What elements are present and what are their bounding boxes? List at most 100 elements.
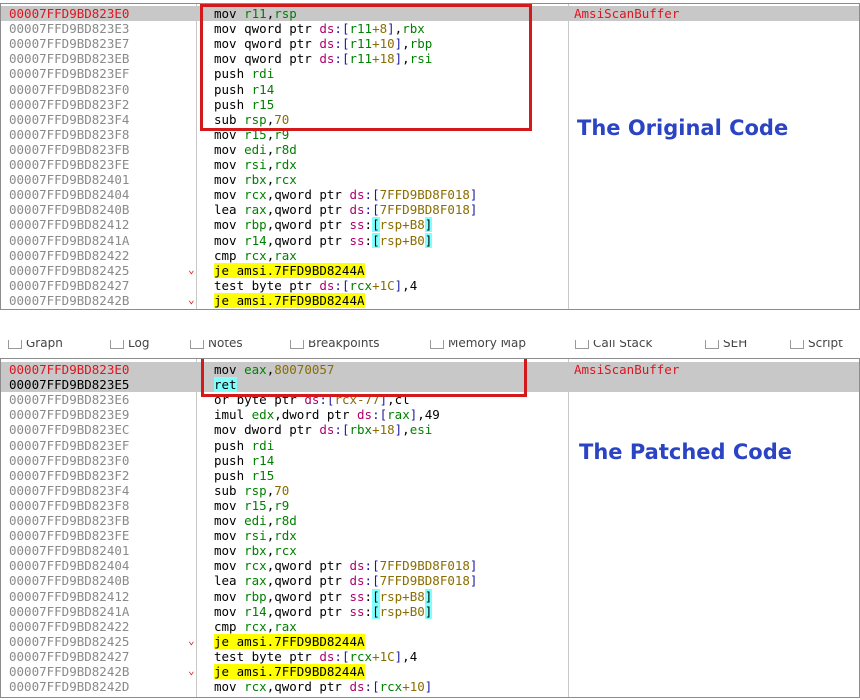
instruction-row[interactable]: 00007FFD9BD823F2 push r15 — [1, 468, 859, 483]
address: 00007FFD9BD823F0 — [9, 81, 130, 97]
instruction: mov edi,r8d — [214, 142, 297, 157]
gutter — [1, 187, 9, 202]
instruction-row[interactable]: 00007FFD9BD8242B ⌄ je amsi.7FFD9BD8244A — [1, 664, 859, 679]
tab-notes[interactable]: Notes — [190, 340, 243, 351]
instruction-row[interactable]: 00007FFD9BD82427 test byte ptr ds:[rcx+1C… — [1, 278, 859, 293]
instruction-row[interactable]: 00007FFD9BD823E5 ret — [1, 377, 859, 393]
instruction-token: ] — [424, 679, 433, 695]
instruction-token: mov qword ptr — [214, 51, 320, 67]
address: 00007FFD9BD823FB — [9, 141, 130, 157]
address: 00007FFD9BD823F8 — [9, 126, 130, 142]
instruction-token: :[ — [334, 277, 350, 293]
tab-memory-map[interactable]: Memory Map — [430, 340, 526, 351]
gutter — [1, 634, 9, 649]
instruction-row[interactable]: 00007FFD9BD823FB mov edi,r8d — [1, 142, 859, 157]
tab-log[interactable]: Log — [110, 340, 149, 351]
instruction-row[interactable]: 00007FFD9BD823F0 push r14 — [1, 82, 859, 97]
instruction-row[interactable]: 00007FFD9BD823FB mov edi,r8d — [1, 513, 859, 528]
disassembly-panel-patched[interactable]: 00007FFD9BD823E0 mov eax,80070057 AmsiScan… — [0, 358, 860, 698]
instruction-token: :[ — [334, 422, 350, 438]
tab-icon — [430, 340, 444, 349]
instruction-row[interactable]: 00007FFD9BD82401 mov rbx,rcx — [1, 543, 859, 558]
instruction-row[interactable]: 00007FFD9BD82412 mov rbp,qword ptr ss:[rs… — [1, 588, 859, 604]
instruction-row[interactable]: 00007FFD9BD8242B ⌄ je amsi.7FFD9BD8244A — [1, 292, 859, 308]
instruction-token: : — [364, 603, 373, 619]
tab-call-stack[interactable]: Call Stack — [575, 340, 652, 351]
disassembly-panel-original[interactable]: 00007FFD9BD823E0 mov r11,rsp AmsiScanBuffe… — [0, 3, 860, 310]
instruction-row[interactable]: 00007FFD9BD8241A mov r14,qword ptr ss:[rs… — [1, 232, 859, 248]
instruction-token: ,qword ptr — [266, 217, 350, 233]
instruction-token: rdi — [251, 437, 275, 453]
instruction-row[interactable]: 00007FFD9BD82404 mov rcx,qword ptr ds:[7F… — [1, 187, 859, 202]
instruction-row[interactable]: 00007FFD9BD82404 mov rcx,qword ptr ds:[7F… — [1, 558, 859, 573]
instruction-token: push — [214, 66, 252, 82]
address: 00007FFD9BD823E3 — [9, 21, 130, 37]
instruction-row[interactable]: 00007FFD9BD82425 ⌄ je amsi.7FFD9BD8244A — [1, 633, 859, 649]
address: 00007FFD9BD823E0 — [9, 6, 130, 21]
instruction-row[interactable]: 00007FFD9BD823E3 mov qword ptr ds:[r11+8]… — [1, 21, 859, 36]
instruction-row[interactable]: 00007FFD9BD823F2 push r15 — [1, 97, 859, 112]
tab-label: Breakpoints — [308, 340, 380, 350]
instruction-token: ds — [349, 558, 365, 574]
address: 00007FFD9BD82412 — [9, 217, 130, 233]
gutter — [1, 573, 9, 588]
instruction-row[interactable]: 00007FFD9BD823FE mov rsi,rdx — [1, 157, 859, 172]
instruction-token: rdx — [274, 157, 297, 172]
instruction-token: ds — [349, 573, 365, 589]
instruction-token: :[ — [364, 187, 380, 203]
instruction-row[interactable]: 00007FFD9BD823E0 mov r11,rsp AmsiScanBuffe… — [1, 6, 859, 21]
instruction-token: rax — [387, 407, 410, 423]
gutter — [1, 558, 9, 573]
instruction-token: cmp — [214, 618, 245, 634]
instruction-token: 80070057 — [274, 362, 335, 377]
instruction-row[interactable]: 00007FFD9BD8240B lea rax,qword ptr ds:[7F… — [1, 573, 859, 588]
tab-seh[interactable]: SEH — [705, 340, 747, 351]
gutter — [1, 202, 9, 217]
tab-label: Call Stack — [593, 340, 653, 350]
instruction-token: ,qword ptr — [266, 603, 350, 619]
gutter — [1, 589, 9, 604]
address: 00007FFD9BD82425 — [9, 633, 130, 649]
instruction-row[interactable]: 00007FFD9BD82422 cmp rcx,rax — [1, 619, 859, 634]
instruction-token: je amsi.7FFD9BD8244A — [214, 292, 365, 308]
instruction-token: rdx — [274, 528, 297, 544]
instruction-row[interactable]: 00007FFD9BD82427 test byte ptr ds:[rcx+1C… — [1, 649, 859, 664]
instruction-token: mov — [214, 497, 245, 513]
instruction-row[interactable]: 00007FFD9BD82401 mov rbx,rcx — [1, 172, 859, 187]
instruction: mov rbp,qword ptr ss:[rsp+B8] — [214, 588, 433, 604]
instruction-token: rsp — [244, 482, 267, 498]
instruction-row[interactable]: 00007FFD9BD82425 ⌄ je amsi.7FFD9BD8244A — [1, 262, 859, 278]
instruction-row[interactable]: 00007FFD9BD823F4 sub rsp,70 — [1, 483, 859, 498]
instruction-row[interactable]: 00007FFD9BD82422 cmp rcx,rax — [1, 248, 859, 263]
address: 00007FFD9BD823F4 — [9, 482, 130, 498]
instruction-row[interactable]: 00007FFD9BD823E0 mov eax,80070057 AmsiScan… — [1, 362, 859, 377]
address: 00007FFD9BD82427 — [9, 277, 130, 293]
instruction-token: mov dword ptr — [214, 422, 320, 438]
instruction-token: rsp+B0 — [379, 232, 425, 248]
instruction-row[interactable]: 00007FFD9BD823E7 mov qword ptr ds:[r11+10… — [1, 36, 859, 51]
instruction: push r14 — [214, 453, 274, 468]
instruction-row[interactable]: 00007FFD9BD8241A mov r14,qword ptr ss:[rs… — [1, 603, 859, 619]
tab-breakpoints[interactable]: Breakpoints — [290, 340, 379, 351]
tab-graph[interactable]: Graph — [8, 340, 63, 351]
instruction-row[interactable]: 00007FFD9BD823FE mov rsi,rdx — [1, 528, 859, 543]
address: 00007FFD9BD82404 — [9, 187, 130, 203]
address: 00007FFD9BD823F2 — [9, 467, 130, 483]
instruction-row[interactable]: 00007FFD9BD82412 mov rbp,qword ptr ss:[rs… — [1, 217, 859, 233]
instruction-row[interactable]: 00007FFD9BD823E6 or byte ptr ds:[rcx-77],… — [1, 392, 859, 407]
instruction-row[interactable]: 00007FFD9BD823F8 mov r15,r9 — [1, 498, 859, 513]
instruction-row[interactable]: 00007FFD9BD823E9 imul edx,dword ptr ds:[r… — [1, 407, 859, 422]
instruction-token: 7FFD9BD8F018 — [379, 187, 470, 203]
instruction-row[interactable]: 00007FFD9BD823EC mov dword ptr ds:[rbx+18… — [1, 422, 859, 437]
instruction: mov dword ptr ds:[rbx+18],esi — [214, 422, 432, 437]
address: 00007FFD9BD8242B — [9, 664, 130, 679]
instruction-row[interactable]: 00007FFD9BD8240B lea rax,qword ptr ds:[7F… — [1, 202, 859, 217]
address: 00007FFD9BD82401 — [9, 172, 130, 188]
instruction-row[interactable]: 00007FFD9BD8242D mov rcx,qword ptr ds:[rc… — [1, 679, 859, 694]
instruction: sub rsp,70 — [214, 112, 289, 127]
instruction-token: rcx — [274, 543, 297, 559]
tab-script[interactable]: Script — [790, 340, 843, 351]
instruction-row[interactable]: 00007FFD9BD823EF push rdi — [1, 66, 859, 81]
instruction-token: rsp — [244, 111, 267, 127]
instruction-row[interactable]: 00007FFD9BD823EB mov qword ptr ds:[r11+18… — [1, 51, 859, 66]
